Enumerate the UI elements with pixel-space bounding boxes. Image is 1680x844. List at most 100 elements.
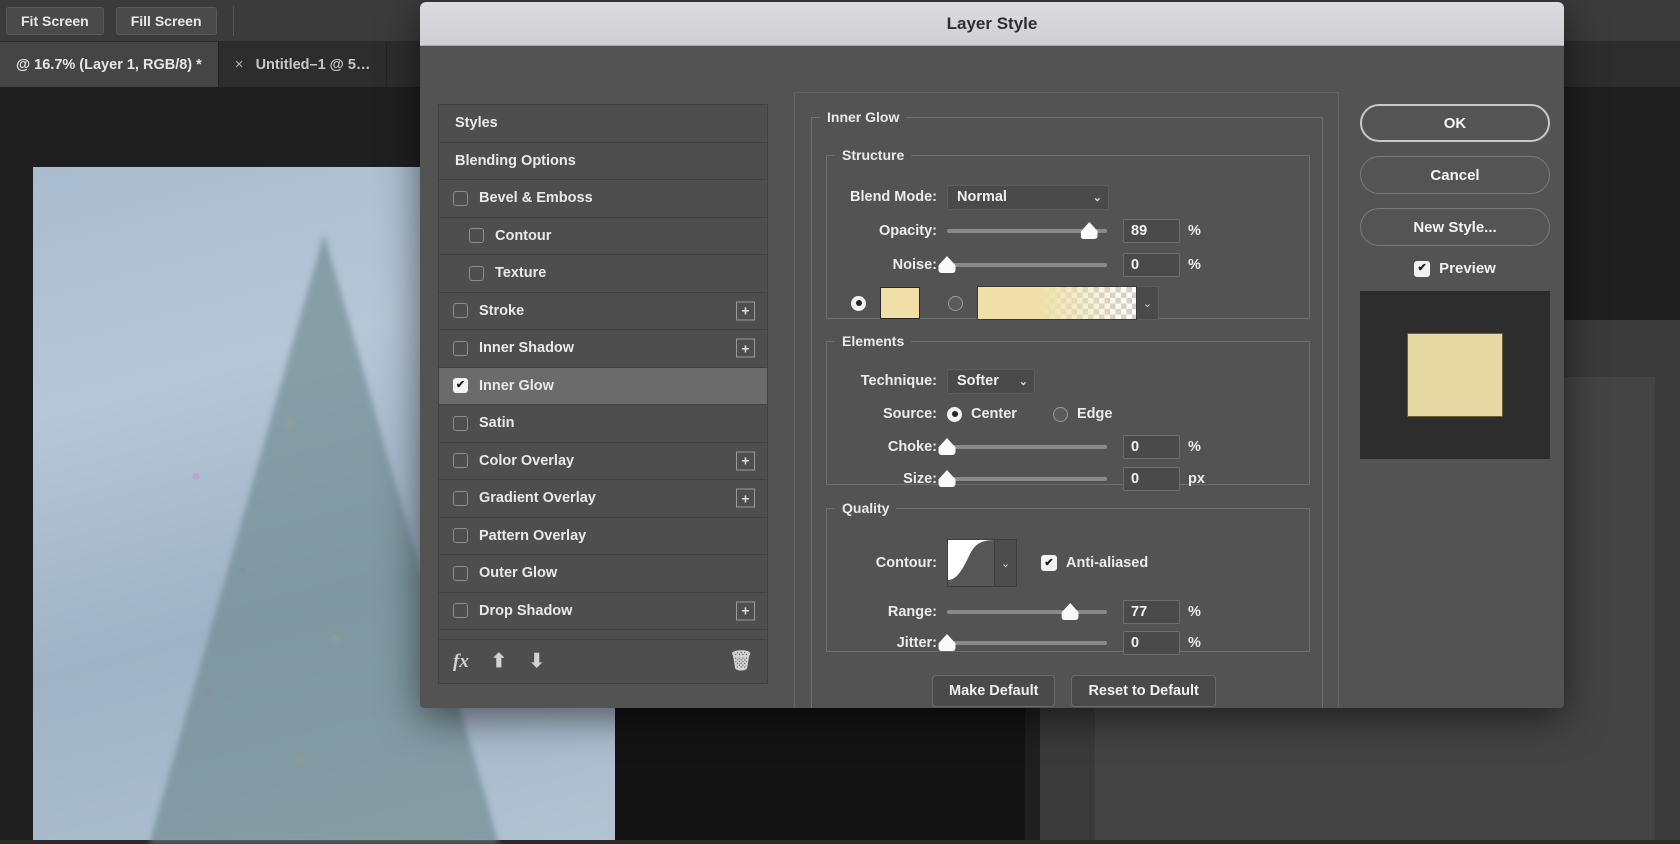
- noise-input[interactable]: 0: [1123, 253, 1180, 277]
- contour-preview[interactable]: [947, 539, 995, 587]
- move-down-icon[interactable]: ⬇: [529, 652, 545, 671]
- effect-row-contour[interactable]: Contour: [439, 218, 767, 256]
- preview-checkbox[interactable]: [1414, 261, 1430, 277]
- effect-row-bevel-emboss[interactable]: Bevel & Emboss: [439, 180, 767, 218]
- effect-row-inner-shadow[interactable]: Inner Shadow +: [439, 330, 767, 368]
- effect-row-satin[interactable]: Satin: [439, 405, 767, 443]
- effect-row-pattern-overlay[interactable]: Pattern Overlay: [439, 518, 767, 556]
- noise-slider-knob[interactable]: [939, 256, 956, 273]
- range-input[interactable]: 77: [1123, 600, 1180, 624]
- noise-unit: %: [1188, 257, 1201, 273]
- quality-group: Quality Contour: ⌄ Anti-aliased: [826, 500, 1310, 652]
- opacity-slider[interactable]: [947, 229, 1107, 233]
- size-slider-knob[interactable]: [939, 470, 956, 487]
- source-edge-radio[interactable]: [1053, 407, 1068, 422]
- effect-row-gradient-overlay[interactable]: Gradient Overlay +: [439, 480, 767, 518]
- choke-input[interactable]: 0: [1123, 435, 1180, 459]
- dialog-title: Layer Style: [947, 14, 1038, 34]
- blend-mode-label: Blend Mode:: [837, 189, 937, 205]
- default-buttons-row: Make Default Reset to Default: [932, 675, 1216, 707]
- effect-checkbox[interactable]: [453, 378, 468, 393]
- fill-screen-button[interactable]: Fill Screen: [116, 7, 217, 35]
- cancel-button[interactable]: Cancel: [1360, 156, 1550, 194]
- fx-icon[interactable]: fx: [453, 652, 469, 671]
- effect-row-inner-glow[interactable]: Inner Glow: [439, 368, 767, 406]
- choke-unit: %: [1188, 439, 1201, 455]
- document-tab-untitled[interactable]: × Untitled–1 @ 5…: [219, 42, 388, 87]
- contour-chevron-down-icon[interactable]: ⌄: [995, 539, 1017, 587]
- jitter-slider-knob[interactable]: [939, 634, 956, 651]
- glow-color-swatch[interactable]: [880, 287, 920, 319]
- effect-checkbox[interactable]: [469, 266, 484, 281]
- range-label: Range:: [837, 604, 937, 620]
- effect-row-blending-options[interactable]: Blending Options: [439, 143, 767, 181]
- range-row: Range: 77 %: [837, 600, 1201, 624]
- add-effect-plus-icon[interactable]: +: [736, 301, 755, 320]
- blend-mode-value: Normal: [957, 189, 1007, 205]
- blend-mode-row: Blend Mode: Normal ⌄: [837, 185, 1109, 209]
- fill-gradient-radio[interactable]: [948, 296, 963, 311]
- dialog-titlebar[interactable]: Layer Style: [420, 2, 1564, 46]
- opacity-slider-knob[interactable]: [1081, 222, 1098, 239]
- gradient-chevron-down-icon[interactable]: ⌄: [1137, 286, 1159, 320]
- new-style-button[interactable]: New Style...: [1360, 208, 1550, 246]
- effect-checkbox[interactable]: [453, 491, 468, 506]
- move-up-icon[interactable]: ⬆: [491, 652, 507, 671]
- effect-row-drop-shadow[interactable]: Drop Shadow +: [439, 593, 767, 631]
- preview-thumbnail: [1360, 291, 1550, 459]
- technique-select[interactable]: Softer ⌄: [947, 369, 1035, 394]
- size-input[interactable]: 0: [1123, 467, 1180, 491]
- fit-screen-button[interactable]: Fit Screen: [6, 7, 104, 35]
- effect-checkbox[interactable]: [453, 341, 468, 356]
- effect-checkbox[interactable]: [453, 528, 468, 543]
- make-default-button[interactable]: Make Default: [932, 675, 1055, 707]
- effect-checkbox[interactable]: [453, 416, 468, 431]
- effect-checkbox[interactable]: [453, 566, 468, 581]
- quality-title: Quality: [835, 500, 896, 516]
- effect-row-outer-glow[interactable]: Outer Glow: [439, 555, 767, 593]
- range-slider-knob[interactable]: [1062, 603, 1079, 620]
- jitter-row: Jitter: 0 %: [837, 631, 1201, 655]
- effect-checkbox[interactable]: [469, 228, 484, 243]
- fill-color-radio[interactable]: [851, 296, 866, 311]
- add-effect-plus-icon[interactable]: +: [736, 451, 755, 470]
- effect-row-color-overlay[interactable]: Color Overlay +: [439, 443, 767, 481]
- noise-slider[interactable]: [947, 263, 1107, 267]
- jitter-slider[interactable]: [947, 641, 1107, 645]
- glow-gradient-swatch[interactable]: [977, 286, 1137, 320]
- size-slider[interactable]: [947, 477, 1107, 481]
- chevron-down-icon: ⌄: [1019, 375, 1028, 388]
- document-tab-active[interactable]: @ 16.7% (Layer 1, RGB/8) *: [0, 42, 219, 87]
- contour-label: Contour:: [837, 555, 937, 571]
- effect-label: Blending Options: [455, 153, 576, 169]
- effect-checkbox[interactable]: [453, 303, 468, 318]
- fill-type-row: ⌄: [851, 285, 1159, 321]
- delete-icon[interactable]: 🗑: [729, 652, 753, 671]
- choke-slider[interactable]: [947, 445, 1107, 449]
- effect-row-styles[interactable]: Styles: [439, 105, 767, 143]
- blend-mode-select[interactable]: Normal ⌄: [947, 185, 1109, 210]
- effect-label: Inner Shadow: [479, 340, 574, 356]
- opacity-input[interactable]: 89: [1123, 219, 1180, 243]
- anti-aliased-checkbox[interactable]: [1041, 555, 1057, 571]
- choke-slider-knob[interactable]: [939, 438, 956, 455]
- jitter-input[interactable]: 0: [1123, 631, 1180, 655]
- close-icon[interactable]: ×: [235, 56, 244, 73]
- effect-row-texture[interactable]: Texture: [439, 255, 767, 293]
- add-effect-plus-icon[interactable]: +: [736, 601, 755, 620]
- effect-checkbox[interactable]: [453, 453, 468, 468]
- effect-checkbox[interactable]: [453, 603, 468, 618]
- reset-to-default-button[interactable]: Reset to Default: [1071, 675, 1215, 707]
- add-effect-plus-icon[interactable]: +: [736, 339, 755, 358]
- effect-checkbox[interactable]: [453, 191, 468, 206]
- effect-label: Texture: [495, 265, 546, 281]
- source-center-radio[interactable]: [947, 407, 962, 422]
- opacity-row: Opacity: 89 %: [837, 219, 1201, 243]
- effect-row-stroke[interactable]: Stroke +: [439, 293, 767, 331]
- range-slider[interactable]: [947, 610, 1107, 614]
- size-row: Size: 0 px: [837, 467, 1205, 491]
- add-effect-plus-icon[interactable]: +: [736, 489, 755, 508]
- effects-toolbar: fx ⬆ ⬇ 🗑: [439, 639, 767, 683]
- technique-row: Technique: Softer ⌄: [837, 369, 1035, 393]
- ok-button[interactable]: OK: [1360, 104, 1550, 142]
